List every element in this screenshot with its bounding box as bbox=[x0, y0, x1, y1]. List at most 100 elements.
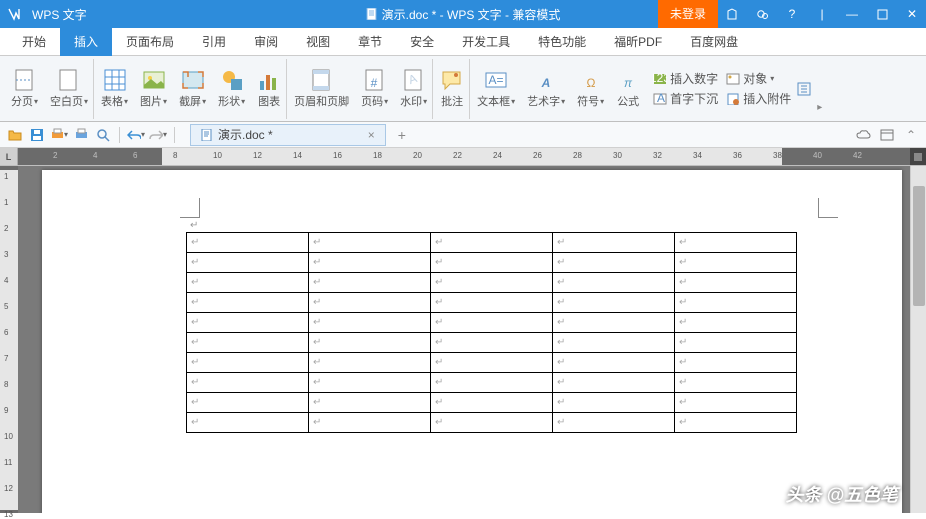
redo-icon[interactable]: ▾ bbox=[149, 126, 167, 144]
table-cell[interactable]: ↵ bbox=[187, 273, 309, 293]
ruler-end-icon[interactable] bbox=[910, 148, 926, 166]
close-tab-icon[interactable]: × bbox=[368, 128, 375, 142]
table-cell[interactable]: ↵ bbox=[187, 233, 309, 253]
menu-tab-11[interactable]: 百度网盘 bbox=[676, 28, 752, 56]
table-cell[interactable]: ↵ bbox=[187, 353, 309, 373]
undo-icon[interactable]: ▾ bbox=[127, 126, 145, 144]
ribbon-水印[interactable]: A水印 ▾ bbox=[395, 59, 433, 119]
menu-tab-4[interactable]: 审阅 bbox=[240, 28, 292, 56]
ribbon-形状[interactable]: 形状 ▾ bbox=[213, 59, 250, 119]
table-cell[interactable]: ↵ bbox=[431, 313, 553, 333]
table-cell[interactable]: ↵ bbox=[553, 253, 675, 273]
table-row[interactable]: ↵↵↵↵↵ bbox=[187, 353, 797, 373]
ribbon-公式[interactable]: π公式 bbox=[611, 59, 645, 119]
table-cell[interactable]: ↵ bbox=[553, 353, 675, 373]
print-preview-icon[interactable] bbox=[94, 126, 112, 144]
table-cell[interactable]: ↵ bbox=[553, 233, 675, 253]
table-row[interactable]: ↵↵↵↵↵ bbox=[187, 273, 797, 293]
menu-tab-0[interactable]: 开始 bbox=[8, 28, 60, 56]
table-cell[interactable]: ↵ bbox=[675, 293, 797, 313]
table-cell[interactable]: ↵ bbox=[675, 353, 797, 373]
table-cell[interactable]: ↵ bbox=[675, 233, 797, 253]
ribbon-表格[interactable]: 表格 ▾ bbox=[96, 59, 133, 119]
table-cell[interactable]: ↵ bbox=[553, 313, 675, 333]
document-table[interactable]: ↵↵↵↵↵↵↵↵↵↵↵↵↵↵↵↵↵↵↵↵↵↵↵↵↵↵↵↵↵↵↵↵↵↵↵↵↵↵↵↵… bbox=[186, 232, 797, 433]
cloud-icon[interactable] bbox=[854, 126, 872, 144]
table-cell[interactable]: ↵ bbox=[431, 233, 553, 253]
menu-tab-3[interactable]: 引用 bbox=[188, 28, 240, 56]
skin-icon[interactable] bbox=[718, 0, 746, 28]
table-cell[interactable]: ↵ bbox=[675, 313, 797, 333]
open-icon[interactable] bbox=[6, 126, 24, 144]
table-cell[interactable]: ↵ bbox=[675, 393, 797, 413]
horizontal-ruler[interactable]: L 8101214161820222426283032343638 246404… bbox=[0, 148, 926, 166]
table-row[interactable]: ↵↵↵↵↵ bbox=[187, 253, 797, 273]
table-cell[interactable]: ↵ bbox=[553, 293, 675, 313]
ribbon-arrow-icon[interactable]: ▸ bbox=[817, 102, 822, 117]
ribbon-截屏[interactable]: 截屏 ▾ bbox=[174, 59, 211, 119]
ribbon-side-首字下沉[interactable]: A首字下沉 bbox=[653, 90, 718, 107]
table-cell[interactable]: ↵ bbox=[675, 413, 797, 433]
table-row[interactable]: ↵↵↵↵↵ bbox=[187, 373, 797, 393]
table-cell[interactable]: ↵ bbox=[553, 273, 675, 293]
table-cell[interactable]: ↵ bbox=[553, 413, 675, 433]
menu-tab-5[interactable]: 视图 bbox=[292, 28, 344, 56]
table-cell[interactable]: ↵ bbox=[553, 393, 675, 413]
vertical-scrollbar[interactable] bbox=[910, 166, 926, 513]
table-cell[interactable]: ↵ bbox=[187, 373, 309, 393]
table-cell[interactable]: ↵ bbox=[675, 373, 797, 393]
menu-tab-8[interactable]: 开发工具 bbox=[448, 28, 524, 56]
minimize-button[interactable]: — bbox=[838, 0, 866, 28]
table-cell[interactable]: ↵ bbox=[187, 393, 309, 413]
menu-tab-1[interactable]: 插入 bbox=[60, 28, 112, 56]
table-cell[interactable]: ↵ bbox=[675, 333, 797, 353]
page[interactable]: ↵ ↵↵↵↵↵↵↵↵↵↵↵↵↵↵↵↵↵↵↵↵↵↵↵↵↵↵↵↵↵↵↵↵↵↵↵↵↵↵… bbox=[42, 170, 902, 513]
table-cell[interactable]: ↵ bbox=[675, 253, 797, 273]
ribbon-side-对象[interactable]: 对象▾ bbox=[726, 70, 774, 87]
ribbon-页码[interactable]: #页码 ▾ bbox=[356, 59, 393, 119]
table-cell[interactable]: ↵ bbox=[431, 273, 553, 293]
table-cell[interactable]: ↵ bbox=[309, 253, 431, 273]
ribbon-图表[interactable]: 图表 bbox=[252, 59, 287, 119]
ribbon-图片[interactable]: 图片 ▾ bbox=[135, 59, 172, 119]
table-cell[interactable]: ↵ bbox=[309, 373, 431, 393]
vertical-ruler[interactable]: 112345678910111213 bbox=[0, 166, 18, 513]
ribbon-艺术字[interactable]: A艺术字 ▾ bbox=[522, 59, 570, 119]
save-icon[interactable] bbox=[28, 126, 46, 144]
table-cell[interactable]: ↵ bbox=[187, 253, 309, 273]
table-cell[interactable]: ↵ bbox=[431, 413, 553, 433]
table-row[interactable]: ↵↵↵↵↵ bbox=[187, 313, 797, 333]
table-cell[interactable]: ↵ bbox=[309, 333, 431, 353]
ribbon-符号[interactable]: Ω符号 ▾ bbox=[572, 59, 609, 119]
menu-tab-10[interactable]: 福昕PDF bbox=[600, 28, 676, 56]
table-cell[interactable]: ↵ bbox=[431, 333, 553, 353]
table-cell[interactable]: ↵ bbox=[309, 393, 431, 413]
login-button[interactable]: 未登录 bbox=[658, 0, 718, 28]
table-cell[interactable]: ↵ bbox=[309, 313, 431, 333]
table-cell[interactable]: ↵ bbox=[187, 293, 309, 313]
ribbon-side-插入附件[interactable]: 插入附件 bbox=[726, 90, 791, 107]
menu-tab-6[interactable]: 章节 bbox=[344, 28, 396, 56]
table-cell[interactable]: ↵ bbox=[675, 273, 797, 293]
new-tab-button[interactable]: + bbox=[398, 127, 406, 143]
collapse-icon[interactable]: ⌃ bbox=[902, 126, 920, 144]
ribbon-side-插入数字[interactable]: 123插入数字 bbox=[653, 70, 718, 87]
ribbon-分页[interactable]: 分页 ▾ bbox=[6, 59, 43, 119]
table-cell[interactable]: ↵ bbox=[431, 393, 553, 413]
wechat-icon[interactable] bbox=[748, 0, 776, 28]
ribbon-文本框[interactable]: A=文本框 ▾ bbox=[472, 59, 520, 119]
table-row[interactable]: ↵↵↵↵↵ bbox=[187, 413, 797, 433]
ruler-corner[interactable]: L bbox=[0, 148, 18, 166]
ribbon-空白页[interactable]: 空白页 ▾ bbox=[45, 59, 94, 119]
ribbon-more-icon[interactable] bbox=[793, 82, 815, 96]
table-cell[interactable]: ↵ bbox=[431, 253, 553, 273]
print-icon[interactable] bbox=[72, 126, 90, 144]
table-row[interactable]: ↵↵↵↵↵ bbox=[187, 293, 797, 313]
scrollbar-thumb[interactable] bbox=[913, 186, 925, 306]
table-cell[interactable]: ↵ bbox=[309, 293, 431, 313]
table-cell[interactable]: ↵ bbox=[431, 373, 553, 393]
document-tab[interactable]: 演示.doc * × bbox=[190, 124, 386, 146]
table-row[interactable]: ↵↵↵↵↵ bbox=[187, 393, 797, 413]
table-cell[interactable]: ↵ bbox=[309, 273, 431, 293]
table-cell[interactable]: ↵ bbox=[309, 353, 431, 373]
